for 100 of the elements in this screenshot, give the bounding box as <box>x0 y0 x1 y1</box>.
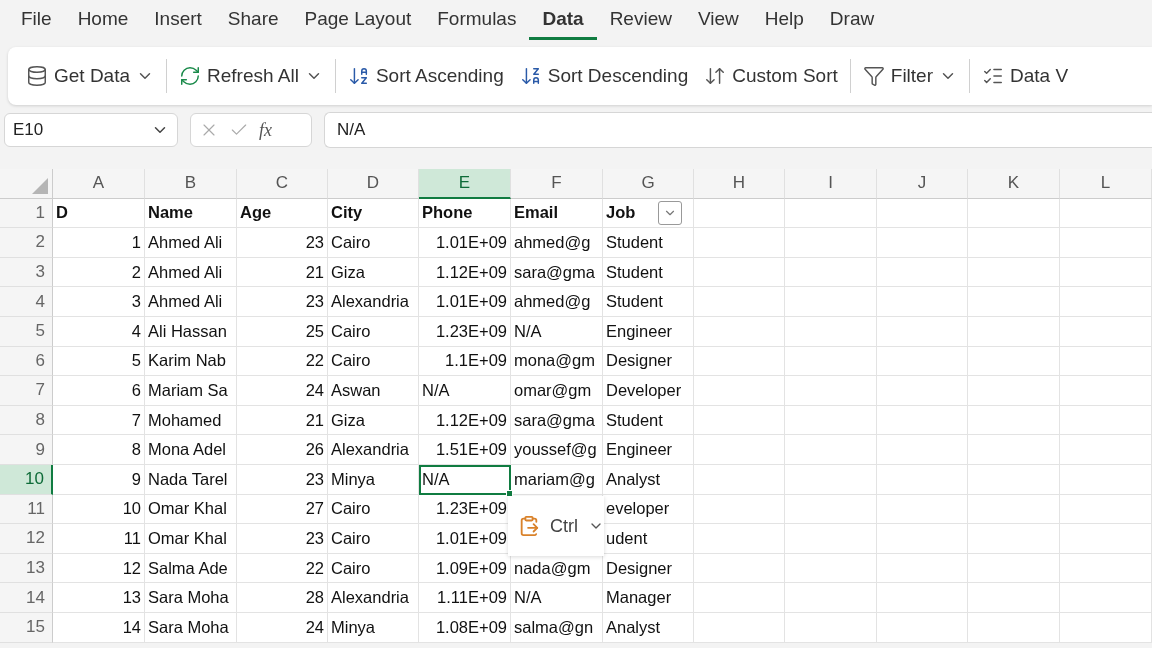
cell-text: N/A <box>422 380 450 400</box>
column-header[interactable]: G <box>603 169 694 199</box>
cell-text: 28 <box>305 588 324 608</box>
toolbar-button[interactable]: Filter <box>858 61 962 91</box>
cell-text: 1.08E+09 <box>435 617 507 637</box>
toolbar-button[interactable]: Sort Descending <box>515 61 693 91</box>
cell-text: Mariam Sa <box>148 380 228 400</box>
menu-tab[interactable]: Draw <box>816 0 888 40</box>
row-header[interactable]: 1 <box>0 198 53 229</box>
row-header[interactable]: 8 <box>0 405 53 436</box>
toolbar-button[interactable]: Get Data <box>22 61 159 91</box>
cell-text: N/A <box>514 321 542 341</box>
row-header[interactable]: 10 <box>0 464 53 495</box>
menu-tab[interactable]: Page Layout <box>291 0 425 40</box>
cell-text: 1.11E+09 <box>437 588 507 608</box>
filter-dropdown-button[interactable] <box>658 200 682 225</box>
column-header[interactable]: B <box>145 169 237 199</box>
menu-tab[interactable]: Share <box>214 0 292 40</box>
row-header[interactable]: 13 <box>0 553 53 584</box>
row-header[interactable]: 3 <box>0 257 53 288</box>
cell-text: Student <box>606 233 663 252</box>
cell-text: Nada Tarel <box>148 469 228 489</box>
cell-text: 23 <box>305 233 324 252</box>
cell-text: Job <box>606 203 636 223</box>
cell-text: Cairo <box>331 351 371 371</box>
menu-tab[interactable]: File <box>8 0 65 40</box>
column-header[interactable]: L <box>1060 169 1152 199</box>
row-header[interactable]: 9 <box>0 435 53 465</box>
cell-text: N/A <box>514 588 542 608</box>
toolbar-button[interactable]: Data V <box>978 61 1073 91</box>
selected-cell[interactable]: N/A <box>419 464 511 495</box>
cell-text: 13 <box>122 588 141 608</box>
cell-text: Age <box>240 203 272 223</box>
toolbar-button[interactable]: Custom Sort <box>700 61 842 91</box>
menu-tab[interactable]: Formulas <box>424 0 530 40</box>
sort-descending-icon <box>519 65 542 87</box>
name-box[interactable]: E10 <box>4 113 178 147</box>
cell-text: 24 <box>305 617 324 637</box>
column-header[interactable]: C <box>237 169 328 199</box>
cell-text: 1.09E+09 <box>435 558 507 578</box>
column-header[interactable]: F <box>511 169 603 199</box>
refresh-icon <box>179 65 202 87</box>
cell-text: 1.51E+09 <box>435 440 507 460</box>
paste-options-button[interactable]: Ctrl <box>508 496 604 556</box>
row-header[interactable]: 11 <box>0 494 53 525</box>
cell-text: Student <box>606 292 663 312</box>
toolbar-button[interactable]: Sort Ascending <box>343 61 508 91</box>
cell-text: Manager <box>606 588 672 608</box>
toolbar-button[interactable]: Refresh All <box>175 61 327 91</box>
cell-text: Cairo <box>331 558 371 578</box>
function-label[interactable]: fx <box>259 119 272 141</box>
cell-text: 22 <box>305 558 324 578</box>
cell-text: Sara Moha <box>148 588 229 608</box>
cell-text: salma@gn <box>514 617 594 637</box>
menu-tab[interactable]: Insert <box>141 0 215 40</box>
cell-text: Analyst <box>606 469 661 489</box>
cell-text: 27 <box>305 499 324 519</box>
clipboard-icon <box>518 515 540 537</box>
row-header[interactable]: 5 <box>0 316 53 347</box>
row-header[interactable]: 12 <box>0 524 53 554</box>
sort-icon <box>704 65 727 87</box>
column-header[interactable]: D <box>328 169 419 199</box>
cell-text: ahmed@g <box>514 233 591 252</box>
menu-tab[interactable]: View <box>684 0 752 40</box>
fill-handle[interactable] <box>506 489 513 497</box>
row-header[interactable]: 14 <box>0 583 53 613</box>
menu-tab[interactable]: Review <box>596 0 685 40</box>
cell-text: Ahmed Ali <box>148 262 223 282</box>
sort-ascending-icon <box>347 65 370 87</box>
menu-tab[interactable]: Data <box>529 0 597 40</box>
column-header[interactable]: E <box>419 169 511 199</box>
column-header[interactable]: H <box>694 169 785 199</box>
cell-text: 3 <box>131 292 141 312</box>
cell-text: Designer <box>606 558 673 578</box>
row-header[interactable]: 6 <box>0 346 53 377</box>
column-header[interactable]: J <box>877 169 968 199</box>
cell-text: 22 <box>305 351 324 371</box>
select-all-corner[interactable] <box>0 169 53 199</box>
column-header[interactable]: I <box>785 169 877 199</box>
cell-text: Designer <box>606 351 673 371</box>
cell-text: 1.01E+09 <box>435 233 507 252</box>
row-header[interactable]: 15 <box>0 612 53 643</box>
row-header[interactable]: 2 <box>0 228 53 258</box>
cell-text: Student <box>606 410 663 430</box>
cell-text: N/A <box>422 469 450 489</box>
cell-text: 5 <box>131 351 141 371</box>
cell-text: Omar Khal <box>148 499 227 519</box>
cell-text: Ali Hassan <box>148 321 227 341</box>
menu-tab[interactable]: Home <box>64 0 142 40</box>
menu-tab[interactable]: Help <box>751 0 817 40</box>
cell-text: 1 <box>131 233 141 252</box>
cell-text: Alexandria <box>331 440 409 460</box>
formula-field[interactable]: N/A <box>324 112 1152 148</box>
row-header[interactable]: 4 <box>0 287 53 317</box>
row-header[interactable]: 7 <box>0 376 53 406</box>
column-header[interactable]: A <box>53 169 145 199</box>
cell-text: udent <box>606 528 648 548</box>
column-header[interactable]: K <box>968 169 1060 199</box>
cell-text: 2 <box>131 262 141 282</box>
cell-text: Karim Nab <box>148 351 226 371</box>
